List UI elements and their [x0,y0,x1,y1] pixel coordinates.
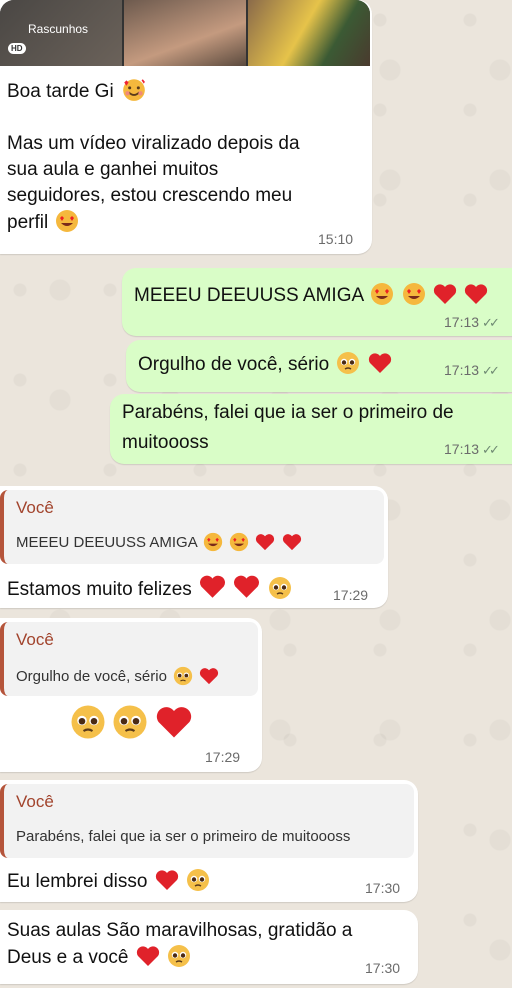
message-text: Deus e a você [7,947,129,968]
red-heart-icon [465,284,488,304]
quote-author: Você [16,630,54,649]
message-text: sua aula e ganhei muitos [7,159,219,180]
message-text: Eu lembrei disso [7,871,148,892]
message-time: 17:13 ✓✓ [444,441,500,457]
heart-eyes-icon [371,283,394,305]
pleading-face-icon [168,945,191,967]
message-text: muitoooss [122,432,209,453]
incoming-reply-message[interactable]: Você Orgulho de você, sério 17:29 [0,618,262,772]
pleading-face-icon [173,666,193,686]
incoming-reply-message[interactable]: Você MEEEU DEEUUSS AMIGA Estamos muito f… [0,486,388,608]
red-heart-icon [282,534,301,551]
quote-text: MEEEU DEEUUSS AMIGA [16,532,302,552]
double-check-icon: ✓✓ [482,442,500,457]
message-time: 17:13 ✓✓ [444,362,500,378]
pleading-face-icon [337,352,360,374]
double-check-icon: ✓✓ [482,315,500,330]
outgoing-message[interactable]: MEEEU DEEUUSS AMIGA 17:13 ✓✓ [122,268,512,336]
hd-badge: HD [8,43,26,54]
outgoing-message[interactable]: Parabéns, falei que ia ser o primeiro de… [110,394,512,464]
media-album-preview[interactable]: Rascunhos HD [0,0,370,66]
quote-text: Orgulho de você, sério [16,666,219,686]
double-check-icon: ✓✓ [482,363,500,378]
quoted-message[interactable]: Você MEEEU DEEUUSS AMIGA [0,490,384,564]
media-thumbnail[interactable] [248,0,370,66]
outgoing-message[interactable]: Orgulho de você, sério 17:13 ✓✓ [126,340,512,392]
message-text: Orgulho de você, sério [138,354,330,375]
red-heart-icon [136,946,159,966]
heart-eyes-icon [56,210,79,232]
message-text: Parabéns, falei que ia ser o primeiro de [122,402,454,423]
quote-author: Você [16,792,54,811]
smiling-face-with-hearts-icon [123,78,146,101]
pleading-face-icon [268,577,291,599]
message-text: Boa tarde Gi [7,81,114,102]
message-text: Estamos muito felizes [7,579,192,600]
red-heart-icon [156,707,192,738]
pleading-face-icon [113,705,147,739]
red-heart-icon [200,575,226,598]
incoming-message[interactable]: Rascunhos HD Boa tarde Gi Mas um vídeo v… [0,0,372,254]
message-time: 15:10 [318,231,354,247]
red-heart-icon [256,534,275,551]
message-text: Mas um vídeo viralizado depois da [7,133,300,154]
red-heart-icon [155,870,178,890]
heart-eyes-icon [402,283,425,305]
quote-text: Parabéns, falei que ia ser o primeiro de… [16,828,351,845]
red-heart-icon [433,284,457,304]
message-text: perfil [7,212,49,233]
message-text: MEEEU DEEUUSS AMIGA [134,285,364,306]
message-text: seguidores, estou crescendo meu [7,185,293,206]
message-time: 17:29 [333,587,369,603]
heart-eyes-icon [230,532,249,552]
red-heart-icon [200,668,219,685]
red-heart-icon [234,575,260,598]
red-heart-icon [368,353,391,373]
message-text: Suas aulas São maravilhosas, gratidão a [7,920,353,941]
album-label: Rascunhos [28,22,89,36]
quoted-message[interactable]: Você Orgulho de você, sério [0,622,258,696]
quoted-message[interactable]: Você Parabéns, falei que ia ser o primei… [0,784,414,858]
message-time: 17:13 ✓✓ [444,314,500,330]
media-thumbnail[interactable] [124,0,246,66]
quote-author: Você [16,498,54,517]
message-time: 17:30 [365,880,401,896]
pleading-face-icon [71,705,105,739]
heart-eyes-icon [203,532,223,552]
incoming-message[interactable]: Suas aulas São maravilhosas, gratidão a … [0,910,418,984]
pleading-face-icon [187,869,210,891]
message-time: 17:30 [365,960,401,976]
message-time: 17:29 [205,749,241,765]
incoming-reply-message[interactable]: Você Parabéns, falei que ia ser o primei… [0,780,418,902]
